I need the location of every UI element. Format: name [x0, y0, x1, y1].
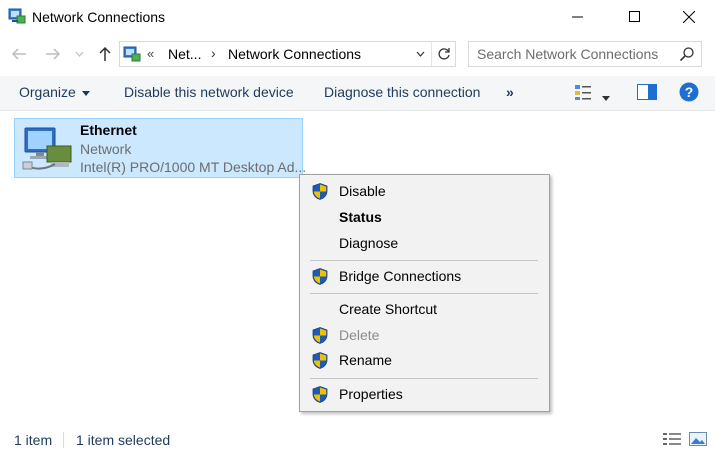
change-view-icon	[575, 85, 591, 100]
preview-pane-icon	[637, 84, 657, 100]
connection-status: Network	[80, 141, 132, 157]
large-icons-view-icon[interactable]	[689, 432, 707, 446]
caret-down-icon	[81, 90, 90, 96]
view-options-dropdown[interactable]	[602, 90, 610, 108]
caret-down-icon	[602, 96, 610, 102]
menu-item-label: Rename	[339, 352, 392, 368]
breadcrumb-network-connections[interactable]: Network Connections	[228, 46, 361, 62]
menu-item-rename[interactable]: Rename	[300, 348, 549, 372]
up-button[interactable]	[94, 43, 116, 65]
search-icon[interactable]	[679, 46, 695, 62]
back-button[interactable]	[8, 43, 30, 65]
search-input[interactable]	[477, 45, 667, 63]
arrow-left-icon	[11, 48, 26, 60]
close-icon	[683, 11, 695, 23]
status-divider	[63, 432, 64, 448]
minimize-icon	[572, 16, 583, 18]
uac-shield-icon	[312, 352, 328, 369]
help-button[interactable]: ?	[679, 82, 699, 102]
status-item-count: 1 item	[14, 432, 53, 448]
close-button[interactable]	[666, 0, 712, 34]
menu-item-label: Create Shortcut	[339, 301, 438, 317]
menu-item-label: Diagnose	[339, 235, 399, 251]
preview-pane-button[interactable]	[637, 84, 657, 102]
disable-device-button[interactable]: Disable this network device	[124, 84, 294, 100]
minimize-button[interactable]	[555, 0, 601, 34]
help-icon: ?	[679, 82, 699, 102]
menu-item-label: Properties	[339, 386, 403, 402]
uac-shield-icon	[312, 268, 328, 285]
refresh-button[interactable]	[431, 42, 456, 66]
connection-device: Intel(R) PRO/1000 MT Desktop Ad...	[80, 159, 307, 175]
menu-separator	[310, 293, 538, 294]
address-dropdown-button[interactable]	[408, 42, 431, 66]
window-title: Network Connections	[32, 9, 166, 25]
network-connections-icon	[8, 8, 26, 24]
breadcrumb-network[interactable]: Net...	[168, 46, 201, 62]
details-view-icon[interactable]	[663, 432, 681, 446]
connection-name: Ethernet	[80, 122, 137, 138]
command-bar: Organize Disable this network device Dia…	[0, 76, 715, 111]
menu-item-disable[interactable]: Disable	[300, 179, 549, 203]
address-bar[interactable]: « Net... › Network Connections	[119, 41, 456, 67]
menu-item-bridge-connections[interactable]: Bridge Connections	[300, 264, 549, 288]
maximize-button[interactable]	[612, 0, 658, 34]
menu-item-label: Status	[339, 209, 382, 225]
organize-label: Organize	[19, 84, 76, 100]
breadcrumb-overflow[interactable]: «	[147, 46, 154, 61]
menu-separator	[310, 260, 538, 261]
menu-item-properties[interactable]: Properties	[300, 382, 549, 406]
title-bar: Network Connections	[0, 0, 715, 34]
diagnose-connection-button[interactable]: Diagnose this connection	[324, 84, 480, 100]
svg-text:?: ?	[685, 84, 694, 100]
more-commands-button[interactable]: »	[506, 84, 514, 100]
change-view-button[interactable]	[574, 83, 594, 103]
context-menu: Disable Status Diagnose Bridge Connectio…	[299, 174, 550, 412]
arrow-up-icon	[99, 46, 111, 61]
menu-item-create-shortcut[interactable]: Create Shortcut	[300, 297, 549, 321]
status-selected-count: 1 item selected	[76, 432, 171, 448]
maximize-icon	[629, 11, 640, 22]
breadcrumb-separator[interactable]: ›	[211, 45, 216, 61]
uac-shield-icon	[312, 327, 328, 344]
arrow-right-icon	[46, 48, 61, 60]
network-connections-icon	[123, 46, 141, 62]
forward-button[interactable]	[42, 43, 64, 65]
connection-item-ethernet[interactable]: Ethernet Network Intel(R) PRO/1000 MT De…	[14, 118, 307, 178]
ethernet-adapter-icon	[22, 127, 72, 170]
chevron-down-icon	[416, 51, 424, 57]
menu-item-label: Disable	[339, 183, 386, 199]
uac-shield-icon	[312, 183, 328, 200]
menu-item-delete[interactable]: Delete	[300, 323, 549, 347]
uac-shield-icon	[312, 386, 328, 403]
recent-locations-button[interactable]	[72, 43, 86, 65]
menu-item-status[interactable]: Status	[300, 205, 549, 229]
organize-menu[interactable]: Organize	[19, 84, 90, 100]
search-box[interactable]	[468, 41, 702, 67]
menu-item-label: Bridge Connections	[339, 268, 462, 284]
menu-item-diagnose[interactable]: Diagnose	[300, 231, 549, 255]
menu-separator	[310, 378, 538, 379]
refresh-icon	[438, 48, 450, 60]
menu-item-label: Delete	[339, 327, 380, 343]
chevron-down-icon	[75, 51, 83, 57]
